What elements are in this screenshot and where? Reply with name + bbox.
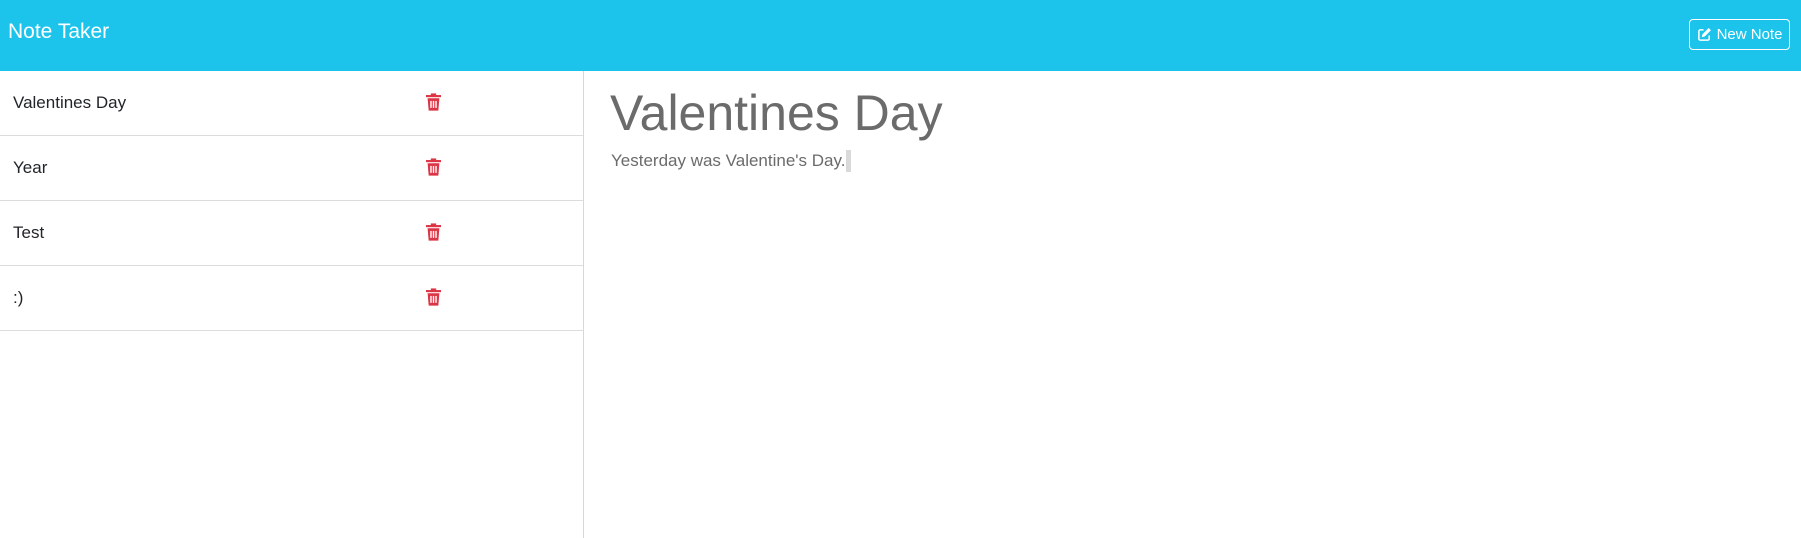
note-list-panel: Valentines Day Year Test:): [0, 71, 584, 538]
trash-icon[interactable]: [426, 288, 441, 306]
note-title-input[interactable]: Valentines Day: [610, 83, 943, 143]
note-list-item-title[interactable]: :): [13, 288, 23, 308]
note-list-item[interactable]: :): [0, 266, 583, 331]
note-textarea[interactable]: Yesterday was Valentine's Day.: [611, 150, 852, 172]
note-list-item-title[interactable]: Test: [13, 223, 44, 243]
new-note-button[interactable]: New Note: [1689, 19, 1790, 50]
note-editor: Valentines Day Yesterday was Valentine's…: [585, 71, 1801, 538]
navbar: Note Taker New Note: [0, 0, 1801, 71]
note-list: Valentines Day Year Test:): [0, 71, 583, 331]
note-list-item[interactable]: Test: [0, 201, 583, 266]
text-cursor: [846, 150, 852, 172]
note-list-item[interactable]: Valentines Day: [0, 71, 583, 136]
note-list-item[interactable]: Year: [0, 136, 583, 201]
trash-icon[interactable]: [426, 93, 441, 111]
trash-icon[interactable]: [426, 158, 441, 176]
trash-icon[interactable]: [426, 223, 441, 241]
brand-title[interactable]: Note Taker: [8, 20, 109, 44]
pencil-square-icon: [1697, 28, 1711, 41]
note-list-item-title[interactable]: Year: [13, 158, 47, 178]
new-note-label: New Note: [1716, 26, 1783, 43]
note-text: Yesterday was Valentine's Day.: [611, 151, 846, 170]
note-list-item-title[interactable]: Valentines Day: [13, 93, 126, 113]
